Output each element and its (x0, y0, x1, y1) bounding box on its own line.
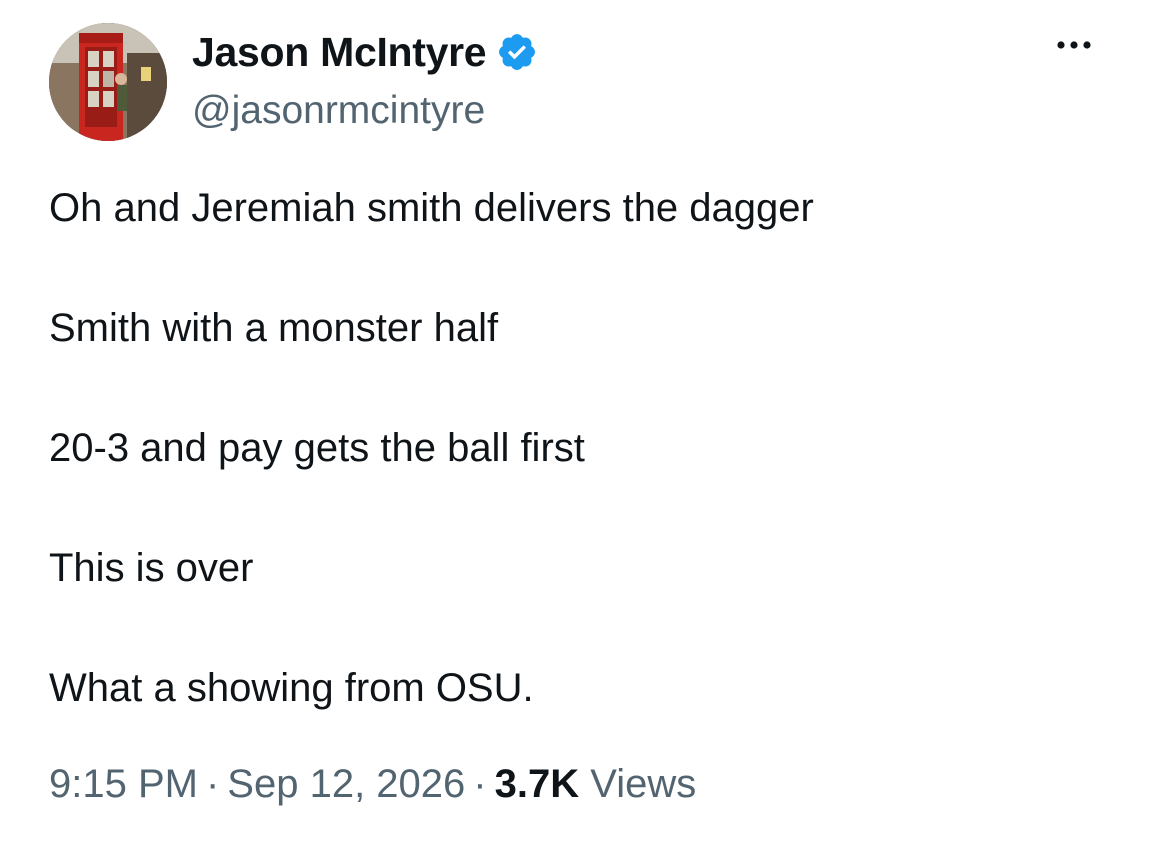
avatar[interactable] (49, 23, 167, 141)
tweet-text-line: Oh and Jeremiah smith delivers the dagge… (49, 186, 814, 230)
tweet-text-line: Smith with a monster half (49, 306, 499, 350)
tweet-meta: 9:15 PM · Sep 12, 2026 · 3.7K Views (49, 758, 696, 810)
avatar-photo (49, 23, 167, 141)
author-name-row: Jason McIntyre (192, 28, 538, 76)
tweet-card: Jason McIntyre @jasonrmcintyre Oh and Je… (0, 0, 1170, 845)
tweet-date[interactable]: Sep 12, 2026 (227, 762, 465, 806)
views-count[interactable]: 3.7K (495, 762, 580, 806)
tweet-text-line: 20-3 and pay gets the ball first (49, 426, 585, 470)
meta-separator: · (205, 762, 220, 806)
ellipsis-icon[interactable] (1052, 30, 1096, 60)
verified-badge-icon (496, 31, 538, 73)
author-handle[interactable]: @jasonrmcintyre (192, 89, 485, 133)
tweet-text-line: This is over (49, 546, 254, 590)
views-label: Views (590, 762, 697, 806)
author-display-name[interactable]: Jason McIntyre (192, 29, 487, 76)
meta-separator: · (473, 762, 487, 806)
tweet-time[interactable]: 9:15 PM (49, 762, 198, 806)
tweet-text-line: What a showing from OSU. (49, 666, 534, 710)
